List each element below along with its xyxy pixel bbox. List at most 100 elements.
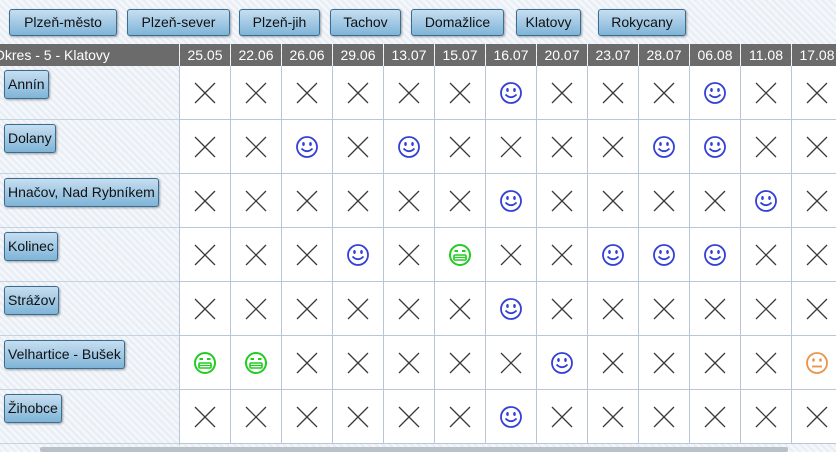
result-cell [690, 228, 741, 282]
result-cell [435, 228, 486, 282]
tab-tachov[interactable]: Tachov [330, 9, 401, 36]
result-cell [486, 174, 537, 228]
header-date: 06.08 [690, 44, 740, 66]
municipality-button[interactable]: Kolinec [4, 232, 58, 261]
result-cell [588, 282, 639, 336]
result-cell [231, 228, 282, 282]
result-cell [231, 174, 282, 228]
result-cell [231, 282, 282, 336]
municipality-button[interactable]: Hnačov, Nad Rybníkem [4, 178, 159, 207]
header-date: 22.06 [231, 44, 281, 66]
grid-divider [179, 66, 180, 445]
result-cell [690, 390, 741, 444]
result-cell [537, 120, 588, 174]
row-label: Annín [0, 66, 179, 120]
result-cell [435, 120, 486, 174]
result-cell [180, 66, 231, 120]
municipality-button[interactable]: Annín [4, 70, 49, 99]
result-cell [180, 282, 231, 336]
result-cell [435, 66, 486, 120]
result-cell [741, 228, 792, 282]
header-date: 11.08 [741, 44, 791, 66]
result-cell [384, 120, 435, 174]
result-cell [333, 282, 384, 336]
header-date: 15.07 [435, 44, 485, 66]
tab-domažlice[interactable]: Domažlice [411, 9, 504, 36]
district-tabs: Plzeň-město Plzeň-sever Plzeň-jih Tachov Dom… [0, 0, 836, 44]
tab-plzeň-sever[interactable]: Plzeň-sever [127, 9, 230, 36]
tab-plzeň-město[interactable]: Plzeň-město [9, 9, 117, 36]
header-date: 25.05 [180, 44, 230, 66]
result-cell [231, 336, 282, 390]
result-cell [384, 282, 435, 336]
tab-klatovy[interactable]: Klatovy [516, 9, 581, 36]
result-cell [690, 120, 741, 174]
result-cell [792, 174, 836, 228]
result-cell [486, 282, 537, 336]
row-label: Velhartice - Bušek [0, 336, 179, 390]
result-cell [639, 336, 690, 390]
result-cell [741, 390, 792, 444]
result-cell [537, 66, 588, 120]
result-cell [384, 66, 435, 120]
result-cell [282, 390, 333, 444]
result-cell [792, 228, 836, 282]
result-cell [588, 120, 639, 174]
result-cell [384, 336, 435, 390]
result-cell [741, 66, 792, 120]
results-grid: Okres - 5 - Klatovy 25.05 22.06 26.06 29.06 1… [0, 44, 836, 445]
result-cell [741, 120, 792, 174]
header-date: 23.07 [588, 44, 638, 66]
result-cell [690, 336, 741, 390]
result-cell [282, 120, 333, 174]
municipality-button[interactable]: Dolany [4, 124, 56, 153]
result-cell [231, 66, 282, 120]
header-date: 28.07 [639, 44, 689, 66]
result-cell [639, 282, 690, 336]
row-label: Dolany [0, 120, 179, 174]
row-label: Strážov [0, 282, 179, 336]
result-cell [792, 120, 836, 174]
result-cell [639, 174, 690, 228]
result-cell [486, 66, 537, 120]
municipality-button[interactable]: Žihobce [4, 394, 62, 423]
header-date: 29.06 [333, 44, 383, 66]
result-cell [537, 174, 588, 228]
result-cell [792, 390, 836, 444]
result-cell [282, 282, 333, 336]
horizontal-scrollbar[interactable] [40, 447, 788, 452]
header-date: 13.07 [384, 44, 434, 66]
result-cell [282, 336, 333, 390]
header-date: 26.06 [282, 44, 332, 66]
result-cell [588, 66, 639, 120]
result-cell [486, 120, 537, 174]
result-cell [384, 228, 435, 282]
result-cell [588, 336, 639, 390]
result-cell [690, 174, 741, 228]
header-date: 20.07 [537, 44, 587, 66]
tab-plzeň-jih[interactable]: Plzeň-jih [239, 9, 320, 36]
row-label: Kolinec [0, 228, 179, 282]
header-date: 17.08 [792, 44, 836, 66]
result-cell [588, 390, 639, 444]
result-cell [639, 390, 690, 444]
tab-rokycany[interactable]: Rokycany [598, 9, 686, 36]
result-cell [588, 174, 639, 228]
result-cell [537, 336, 588, 390]
result-cell [639, 120, 690, 174]
result-cell [282, 174, 333, 228]
result-cell [282, 66, 333, 120]
result-cell [231, 120, 282, 174]
result-cell [792, 282, 836, 336]
result-cell [639, 228, 690, 282]
municipality-button[interactable]: Strážov [4, 286, 60, 315]
result-cell [435, 390, 486, 444]
result-cell [639, 66, 690, 120]
result-cell [333, 174, 384, 228]
result-cell [537, 228, 588, 282]
municipality-button[interactable]: Velhartice - Bušek [4, 340, 125, 369]
result-cell [180, 174, 231, 228]
result-cell [486, 336, 537, 390]
result-cell [741, 282, 792, 336]
result-cell [333, 120, 384, 174]
